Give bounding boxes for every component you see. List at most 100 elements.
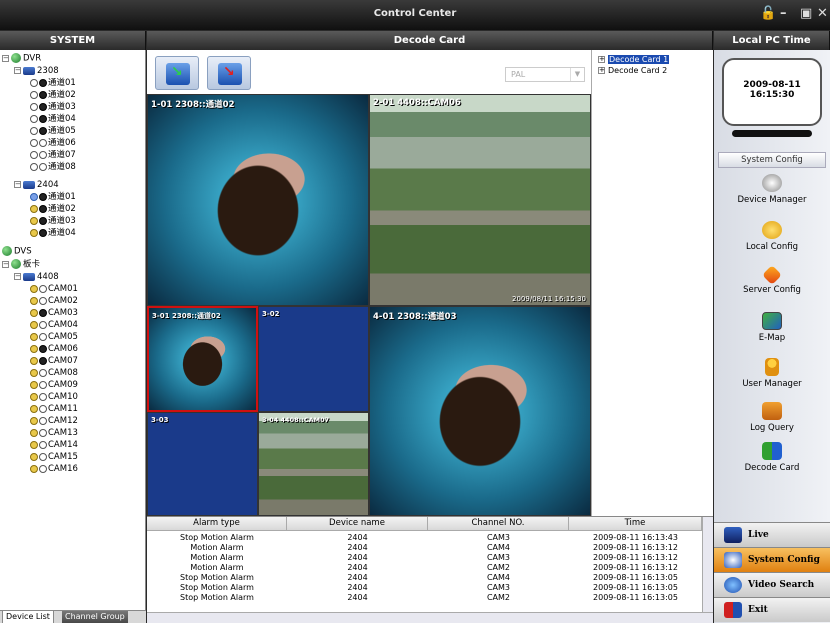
- tab-channel-group[interactable]: Channel Group: [62, 611, 128, 623]
- status-dot-icon: [30, 102, 38, 111]
- local-config-item[interactable]: Local Config: [718, 221, 826, 252]
- device-manager-item[interactable]: Device Manager: [718, 174, 826, 205]
- clock-time: 16:15:30: [749, 90, 795, 100]
- live-button[interactable]: Live: [714, 522, 830, 547]
- decode-card-1-item[interactable]: + Decode Card 1: [598, 55, 670, 64]
- disconnect-button[interactable]: ↘: [207, 56, 251, 90]
- status-dot-icon: [39, 356, 47, 365]
- tree-channel-2308[interactable]: 通道07: [30, 150, 76, 160]
- decode-card-header: Decode Card: [147, 31, 713, 50]
- status-dot-icon: [39, 216, 47, 225]
- tree-camera[interactable]: CAM08: [30, 368, 78, 378]
- maximize-icon[interactable]: ▣: [800, 6, 812, 21]
- status-dot-icon: [30, 216, 38, 225]
- server-config-item[interactable]: Server Config: [718, 265, 826, 295]
- log-query-item[interactable]: Log Query: [718, 402, 826, 433]
- video-window-1[interactable]: 1-01 2308::通道02: [147, 94, 369, 306]
- tree-node-2308[interactable]: −2308: [14, 66, 59, 76]
- tab-device-list[interactable]: Device List: [2, 611, 54, 623]
- lock-icon[interactable]: 🔓: [760, 6, 776, 21]
- video-window-3-2[interactable]: 3-02: [258, 306, 369, 412]
- status-dot-icon: [39, 368, 47, 377]
- user-icon: [765, 358, 779, 376]
- video-window-4[interactable]: 4-01 2308::通道03: [369, 306, 591, 516]
- tree-camera[interactable]: CAM14: [30, 440, 78, 450]
- tree-camera[interactable]: CAM10: [30, 392, 78, 402]
- decode-card-item[interactable]: Decode Card: [718, 442, 826, 473]
- exit-icon: [724, 602, 742, 618]
- video-search-button[interactable]: Video Search: [714, 572, 830, 597]
- table-cell: Motion Alarm: [190, 543, 244, 552]
- user-manager-item[interactable]: User Manager: [718, 358, 826, 389]
- status-dot-icon: [39, 162, 47, 171]
- decode-card-2-item[interactable]: + Decode Card 2: [598, 66, 667, 75]
- tree-node-dvs[interactable]: DVS: [2, 246, 32, 257]
- globe-icon: [2, 246, 12, 256]
- col-device-name[interactable]: Device name: [287, 517, 428, 531]
- tree-camera[interactable]: CAM12: [30, 416, 78, 426]
- table-row[interactable]: Stop Motion Alarm 2404 CAM3 2009-08-11 16:1…: [147, 533, 702, 542]
- table-row[interactable]: Motion Alarm 2404 CAM2 2009-08-11 16:13:12: [147, 563, 702, 572]
- tree-camera[interactable]: CAM15: [30, 452, 78, 462]
- tree-channel-2308[interactable]: 通道08: [30, 162, 76, 172]
- tree-channel-2404[interactable]: 通道03: [30, 216, 76, 226]
- tree-channel-2404[interactable]: 通道04: [30, 228, 76, 238]
- status-dot-icon: [39, 344, 47, 353]
- table-cell: 2009-08-11 16:13:12: [593, 543, 678, 552]
- connect-button[interactable]: ↘: [155, 56, 199, 90]
- tree-channel-2308[interactable]: 通道02: [30, 90, 76, 100]
- close-icon[interactable]: ✕: [817, 6, 828, 21]
- table-row[interactable]: Stop Motion Alarm 2404 CAM3 2009-08-11 16:1…: [147, 583, 702, 592]
- clock-slider[interactable]: [732, 130, 812, 137]
- video-format-select[interactable]: PAL ▼: [505, 67, 585, 82]
- status-dot-icon: [39, 150, 47, 159]
- table-row[interactable]: Motion Alarm 2404 CAM4 2009-08-11 16:13:12: [147, 543, 702, 552]
- tree-channel-2308[interactable]: 通道05: [30, 126, 76, 136]
- tree-node-dvr[interactable]: − DVR: [2, 53, 41, 64]
- tree-camera[interactable]: CAM09: [30, 380, 78, 390]
- col-alarm-type[interactable]: Alarm type: [147, 517, 287, 531]
- table-cell: 2404: [347, 543, 368, 552]
- video-window-3-1[interactable]: 3-01 2308::通道02: [147, 306, 258, 412]
- exit-button[interactable]: Exit: [714, 597, 830, 622]
- tree-camera[interactable]: CAM16: [30, 464, 78, 474]
- emap-item[interactable]: E-Map: [718, 312, 826, 343]
- status-dot-icon: [39, 78, 47, 87]
- tree-camera[interactable]: CAM02: [30, 296, 78, 306]
- tree-camera[interactable]: CAM06: [30, 344, 78, 354]
- tree-channel-2404[interactable]: 通道01: [30, 192, 76, 202]
- status-dot-icon: [30, 296, 38, 305]
- tree-node-2404[interactable]: −2404: [14, 180, 59, 190]
- tree-camera[interactable]: CAM13: [30, 428, 78, 438]
- video-window-3-4[interactable]: 3-04 4408::CAM07: [258, 412, 369, 516]
- tree-channel-2308[interactable]: 通道03: [30, 102, 76, 112]
- col-time[interactable]: Time: [569, 517, 702, 531]
- tree-channel-2308[interactable]: 通道04: [30, 114, 76, 124]
- chevron-down-icon: ▼: [570, 68, 584, 81]
- tree-camera[interactable]: CAM01: [30, 284, 78, 294]
- tree-camera[interactable]: CAM11: [30, 404, 78, 414]
- status-dot-icon: [30, 204, 38, 213]
- dvr-device-icon: [23, 272, 35, 281]
- tree-channel-2308[interactable]: 通道01: [30, 78, 76, 88]
- table-row[interactable]: Stop Motion Alarm 2404 CAM4 2009-08-11 16:1…: [147, 573, 702, 582]
- tree-channel-2308[interactable]: 通道06: [30, 138, 76, 148]
- table-row[interactable]: Motion Alarm 2404 CAM3 2009-08-11 16:13:12: [147, 553, 702, 562]
- tree-camera[interactable]: CAM04: [30, 320, 78, 330]
- tree-node-card[interactable]: − 板卡: [2, 259, 40, 270]
- alarm-horizontal-scrollbar[interactable]: [147, 612, 713, 623]
- video-window-2[interactable]: 2-01 4408::CAM06 2009/08/11 16:15:30: [369, 94, 591, 306]
- table-row[interactable]: Stop Motion Alarm 2404 CAM2 2009-08-11 16:1…: [147, 593, 702, 602]
- tree-camera[interactable]: CAM03: [30, 308, 78, 318]
- decode-card-icon: [762, 442, 782, 460]
- tree-node-4408[interactable]: −4408: [14, 272, 59, 282]
- tree-camera[interactable]: CAM05: [30, 332, 78, 342]
- minimize-icon[interactable]: –: [780, 6, 787, 21]
- tree-camera[interactable]: CAM07: [30, 356, 78, 366]
- alarm-vertical-scrollbar[interactable]: [702, 517, 713, 613]
- left-tabs: Device List Channel Group: [0, 610, 146, 623]
- system-config-button[interactable]: System Config: [714, 547, 830, 572]
- video-window-3-3[interactable]: 3-03: [147, 412, 258, 516]
- tree-channel-2404[interactable]: 通道02: [30, 204, 76, 214]
- col-channel-no[interactable]: Channel NO.: [428, 517, 569, 531]
